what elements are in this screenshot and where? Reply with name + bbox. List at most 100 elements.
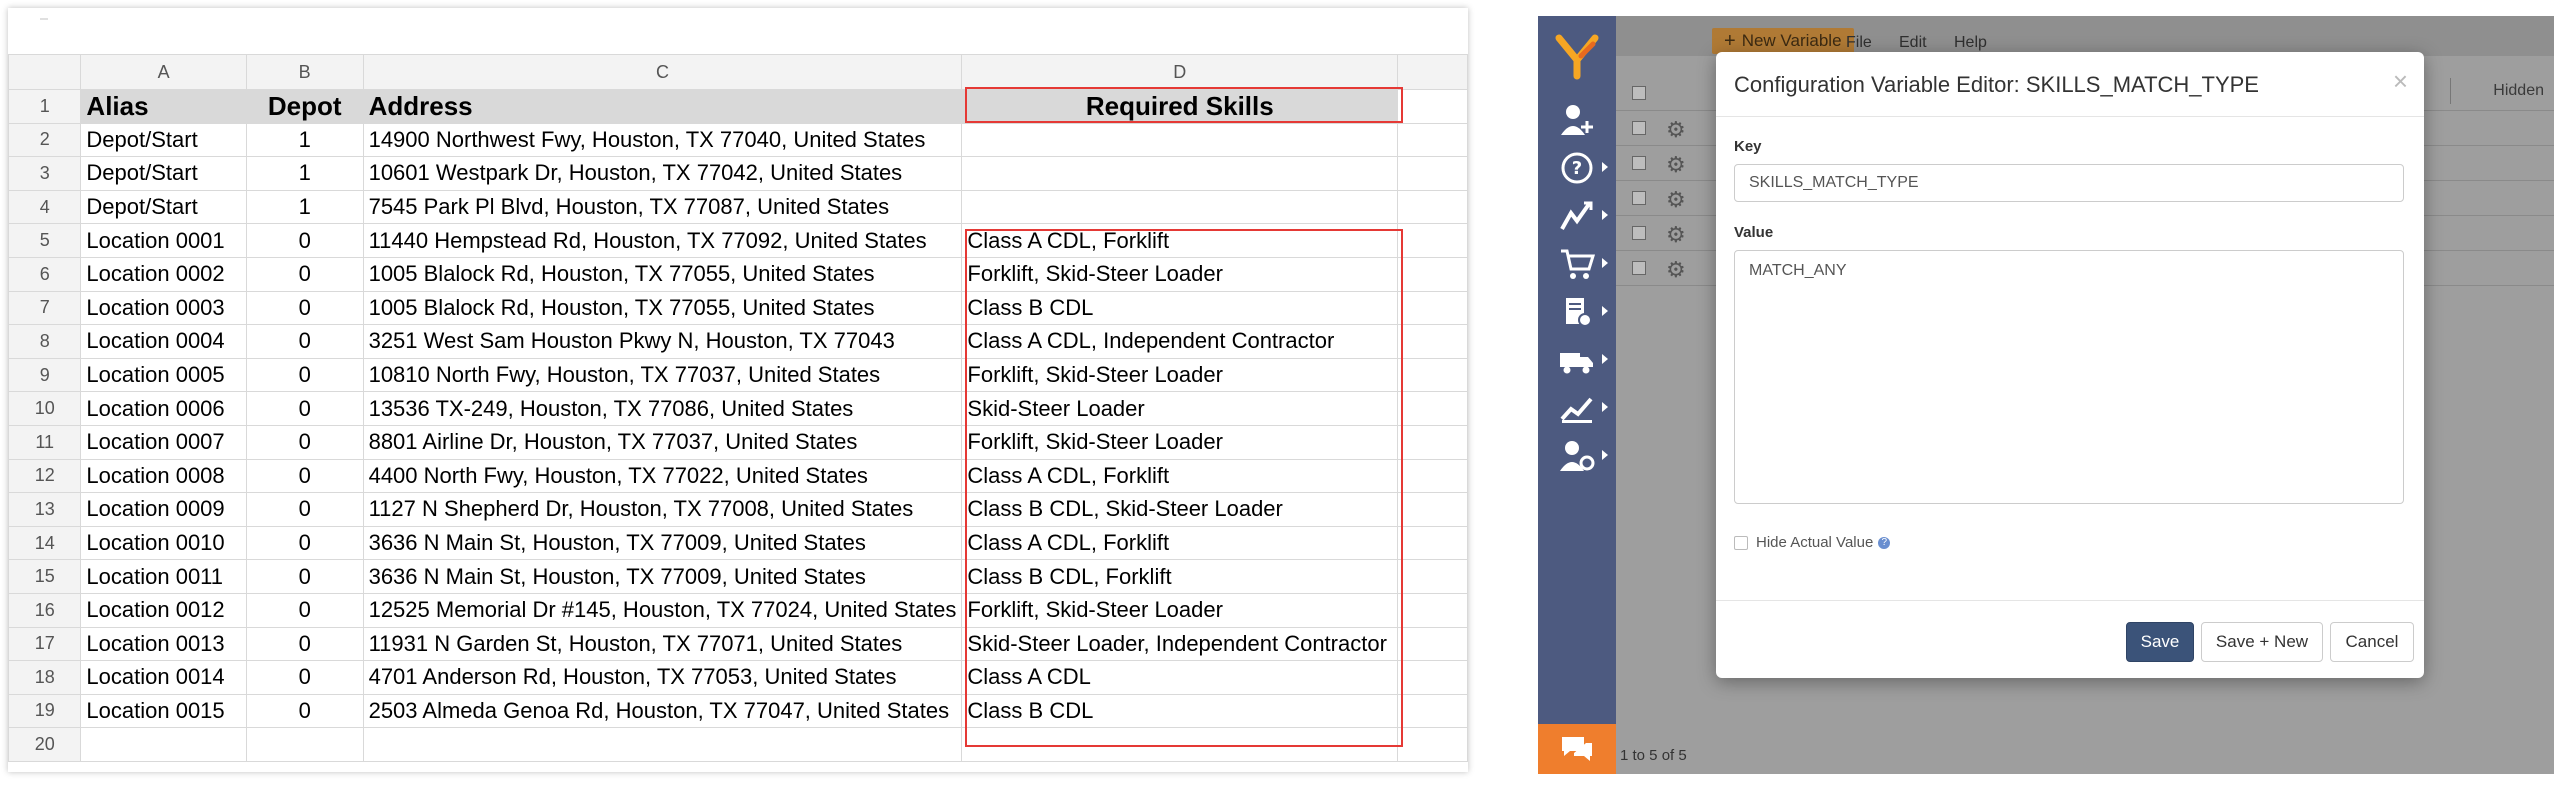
cell-depot[interactable]: 0 [245,626,364,662]
cell-required-skills[interactable]: Class B CDL [961,290,1399,326]
row-number[interactable]: 13 [8,492,82,527]
empty-cell[interactable] [1397,424,1468,460]
gear-icon[interactable]: ⚙ [1666,187,1686,213]
cell-depot[interactable]: 0 [245,324,364,359]
cell-alias[interactable]: Location 0001 [80,223,247,258]
cell-alias[interactable]: Location 0009 [80,492,247,527]
cell-depot[interactable]: 0 [245,693,364,729]
cell-depot[interactable]: 1 [245,189,364,225]
cell-required-skills[interactable]: Class A CDL, Forklift [961,223,1399,258]
cell-address[interactable]: 3636 N Main St, Houston, TX 77009, Unite… [362,525,963,561]
empty-cell[interactable] [1397,223,1468,258]
empty-cell[interactable] [1397,727,1468,762]
cell-depot[interactable]: 1 [245,122,364,158]
cell-alias[interactable]: Location 0015 [80,693,247,729]
cell-alias[interactable]: Location 0010 [80,525,247,561]
cell-depot[interactable]: 0 [245,391,364,426]
cell-depot[interactable]: 1 [245,156,364,191]
row-number[interactable]: 17 [8,626,82,662]
chat-button[interactable] [1538,724,1616,774]
cell-alias[interactable]: Location 0007 [80,424,247,460]
nav-documents[interactable] [1538,288,1616,336]
row-number[interactable]: 7 [8,290,82,326]
row-checkbox[interactable] [1632,156,1646,170]
cell-depot[interactable]: 0 [245,290,364,326]
cell-address[interactable]: 4400 North Fwy, Houston, TX 77022, Unite… [362,458,963,494]
cell-required-skills[interactable]: Forklift, Skid-Steer Loader [961,424,1399,460]
cell-depot[interactable]: 0 [245,492,364,527]
row-number[interactable]: 20 [8,727,82,762]
empty-cell[interactable] [1397,256,1468,292]
empty-cell[interactable] [1397,156,1468,191]
select-all-checkbox[interactable] [1632,86,1646,100]
cell-address[interactable] [362,727,963,762]
cell-address[interactable]: 10601 Westpark Dr, Houston, TX 77042, Un… [362,156,963,191]
cell-depot[interactable]: 0 [245,525,364,561]
empty-cell[interactable] [1397,458,1468,494]
cell-required-skills[interactable]: Forklift, Skid-Steer Loader [961,357,1399,393]
row-checkbox[interactable] [1632,191,1646,205]
column-header-b[interactable]: B [245,54,364,90]
cell-alias[interactable]: Location 0004 [80,324,247,359]
save-button[interactable]: Save [2126,622,2194,662]
save-new-button[interactable]: Save + New [2201,622,2323,662]
nav-add-driver[interactable] [1538,96,1616,144]
key-input[interactable] [1734,164,2404,202]
column-header-d[interactable]: D [961,54,1399,90]
empty-cell[interactable] [1397,492,1468,527]
header-cell-depot[interactable]: Depot [245,89,364,124]
row-number[interactable]: 14 [8,525,82,561]
cell-address[interactable]: 8801 Airline Dr, Houston, TX 77037, Unit… [362,424,963,460]
cell-alias[interactable]: Location 0008 [80,458,247,494]
cell-alias[interactable]: Depot/Start [80,156,247,191]
cell-alias[interactable]: Location 0014 [80,660,247,695]
cell-address[interactable]: 7545 Park Pl Blvd, Houston, TX 77087, Un… [362,189,963,225]
cell-address[interactable]: 1005 Blalock Rd, Houston, TX 77055, Unit… [362,290,963,326]
cell-required-skills[interactable] [961,156,1399,191]
empty-cell[interactable] [1397,693,1468,729]
cell-depot[interactable]: 0 [245,223,364,258]
cell-required-skills[interactable]: Class A CDL, Independent Contractor [961,324,1399,359]
row-checkbox[interactable] [1632,121,1646,135]
cell-address[interactable]: 4701 Anderson Rd, Houston, TX 77053, Uni… [362,660,963,695]
gear-icon[interactable]: ⚙ [1666,152,1686,178]
cell-address[interactable]: 11931 N Garden St, Houston, TX 77071, Un… [362,626,963,662]
close-icon[interactable]: × [2393,66,2408,97]
nav-vehicles[interactable] [1538,336,1616,384]
cell-alias[interactable]: Location 0013 [80,626,247,662]
empty-cell[interactable] [1397,122,1468,158]
empty-cell[interactable] [1397,626,1468,662]
cell-alias[interactable]: Location 0011 [80,559,247,594]
cell-alias[interactable]: Depot/Start [80,189,247,225]
cell-address[interactable]: 12525 Memorial Dr #145, Houston, TX 7702… [362,592,963,628]
cell-address[interactable]: 2503 Almeda Genoa Rd, Houston, TX 77047,… [362,693,963,729]
select-all-corner[interactable] [8,54,82,90]
column-header-e[interactable] [1397,54,1468,90]
gear-icon[interactable]: ⚙ [1666,257,1686,283]
row-number[interactable]: 4 [8,189,82,225]
gear-icon[interactable]: ⚙ [1666,222,1686,248]
cell-alias[interactable]: Location 0005 [80,357,247,393]
row-number[interactable]: 11 [8,424,82,460]
column-header-a[interactable]: A [80,54,247,90]
nav-analytics[interactable] [1538,384,1616,432]
nav-help[interactable]: ? [1538,144,1616,192]
cell-required-skills[interactable] [961,727,1399,762]
cell-alias[interactable]: Location 0002 [80,256,247,292]
hide-actual-value-checkbox[interactable] [1734,535,1748,550]
cancel-button[interactable]: Cancel [2330,622,2414,662]
cell-depot[interactable]: 0 [245,424,364,460]
empty-cell[interactable] [1397,89,1468,124]
cell-required-skills[interactable]: Forklift, Skid-Steer Loader [961,592,1399,628]
row-number[interactable]: 15 [8,559,82,594]
cell-address[interactable]: 11440 Hempstead Rd, Houston, TX 77092, U… [362,223,963,258]
cell-address[interactable]: 3636 N Main St, Houston, TX 77009, Unite… [362,559,963,594]
cell-depot[interactable] [245,727,364,762]
cell-alias[interactable]: Location 0003 [80,290,247,326]
column-header-c[interactable]: C [362,54,963,90]
cell-required-skills[interactable] [961,189,1399,225]
empty-cell[interactable] [1397,592,1468,628]
cell-alias[interactable]: Location 0006 [80,391,247,426]
empty-cell[interactable] [1397,391,1468,426]
value-textarea[interactable]: MATCH_ANY [1734,250,2404,504]
